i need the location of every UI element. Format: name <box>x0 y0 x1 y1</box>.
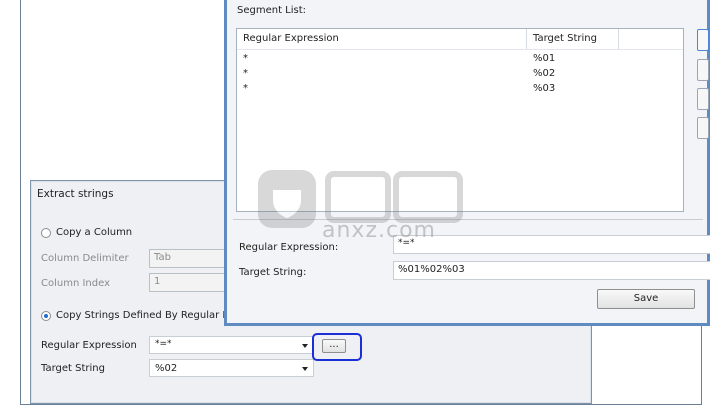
regular-expression-label: Regular Expression <box>41 340 137 351</box>
row-target: %03 <box>533 83 556 94</box>
column-index-field[interactable]: 1 <box>149 273 229 292</box>
copy-column-label: Copy a Column <box>56 227 133 238</box>
regex-label: Regular Expression: <box>239 242 339 253</box>
row-target: %01 <box>533 53 556 64</box>
side-button-4[interactable] <box>697 117 709 139</box>
column-delimiter-field[interactable]: Tab <box>149 249 229 268</box>
table-row[interactable]: * %03 <box>237 83 683 97</box>
column-header-target[interactable]: Target String <box>527 29 619 49</box>
row-regex: * <box>243 53 248 64</box>
target-input[interactable]: %01%02%03 <box>393 261 710 280</box>
row-regex: * <box>243 68 248 79</box>
regular-expression-combo[interactable]: *=* <box>149 336 314 354</box>
copy-regex-radio[interactable] <box>41 311 51 321</box>
copy-regex-label: Copy Strings Defined By Regular Ex <box>56 310 235 321</box>
row-regex: * <box>243 83 248 94</box>
side-button-3[interactable] <box>697 88 709 110</box>
segment-list-label: Segment List: <box>237 5 307 16</box>
highlight-ring <box>312 333 362 361</box>
side-button-2[interactable] <box>697 59 709 81</box>
column-index-label: Column Index <box>41 278 111 289</box>
table-row[interactable]: * %02 <box>237 68 683 82</box>
header-divider <box>237 49 683 50</box>
chevron-down-icon[interactable] <box>302 344 308 348</box>
copy-column-radio[interactable] <box>41 228 51 238</box>
watermark-text: anxz.com <box>322 218 436 243</box>
panel-title: Extract strings <box>37 188 114 200</box>
regular-expression-value: *=* <box>155 339 172 349</box>
column-delimiter-label: Column Delimiter <box>41 253 129 264</box>
column-header-regex[interactable]: Regular Expression <box>237 29 527 49</box>
row-target: %02 <box>533 68 556 79</box>
side-button-1[interactable] <box>697 29 709 51</box>
target-string-value: %02 <box>155 363 178 374</box>
chevron-down-icon[interactable] <box>302 367 308 371</box>
target-string-combo[interactable]: %02 <box>149 359 314 377</box>
target-label: Target String: <box>239 267 307 278</box>
save-button[interactable]: Save <box>597 289 695 309</box>
target-string-label: Target String <box>41 363 105 374</box>
table-row[interactable]: * %01 <box>237 53 683 67</box>
